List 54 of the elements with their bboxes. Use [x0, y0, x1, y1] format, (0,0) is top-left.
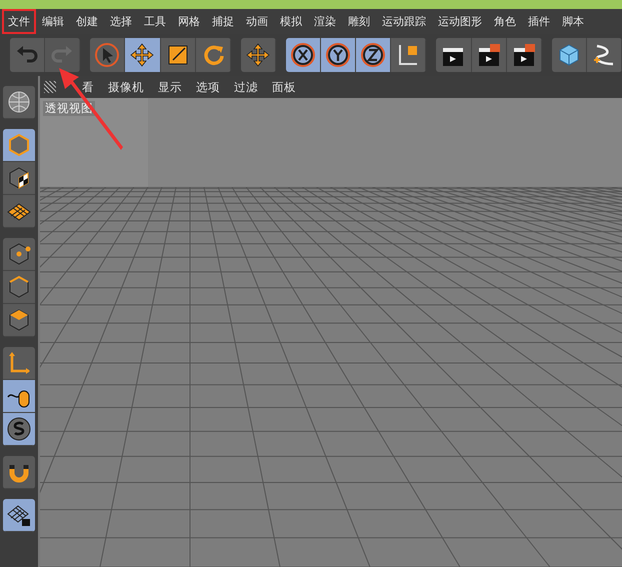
tool-button[interactable] [3, 162, 35, 195]
toolbar-button[interactable] [391, 38, 426, 72]
menu-item[interactable]: 文件 [2, 9, 36, 34]
menu-item[interactable]: 创建 [70, 9, 104, 34]
menu-item[interactable]: 脚本 [556, 9, 590, 34]
tool-button[interactable] [3, 271, 35, 304]
tool-button[interactable] [3, 195, 35, 228]
menu-item[interactable]: 编辑 [36, 9, 70, 34]
viewport-menu-item[interactable]: 选项 [196, 80, 220, 94]
menu-item[interactable]: 运动跟踪 [376, 9, 432, 34]
snap-icon [6, 416, 32, 442]
tool-button[interactable] [3, 304, 35, 337]
axis-x-icon [290, 42, 316, 68]
menu-item[interactable]: 网格 [172, 9, 206, 34]
viewport-menu-item[interactable]: 面板 [272, 80, 296, 94]
axis-y-icon [325, 42, 352, 68]
axis-icon [6, 350, 32, 376]
menu-item[interactable]: 雕刻 [342, 9, 376, 34]
toolbar-button[interactable] [286, 38, 321, 72]
tool-button[interactable] [3, 413, 35, 446]
tool-button[interactable] [3, 86, 35, 119]
menu-item[interactable]: 渲染 [308, 9, 342, 34]
globe-icon [6, 89, 32, 115]
toolbar-button[interactable] [321, 38, 356, 72]
menu-item[interactable]: 插件 [522, 9, 556, 34]
cube-icon [6, 132, 32, 158]
tool-button[interactable] [3, 499, 35, 532]
menu-item[interactable]: 选择 [104, 9, 138, 34]
menu-item[interactable]: 运动图形 [432, 9, 488, 34]
move-arrows-icon [244, 42, 271, 68]
menu-item[interactable]: 模拟 [274, 9, 308, 34]
menu-item[interactable]: 动画 [240, 9, 274, 34]
toolbar-button[interactable] [436, 38, 472, 72]
tool-button[interactable] [3, 380, 35, 413]
toolbar-button[interactable] [160, 38, 196, 72]
move-arrows-icon [129, 42, 156, 68]
toolbar-button[interactable] [472, 38, 507, 72]
tool-button[interactable] [3, 456, 35, 489]
menu-item[interactable]: 角色 [488, 9, 522, 34]
toolbar-button[interactable] [240, 38, 276, 72]
tool-button[interactable] [3, 238, 35, 271]
toolbar-button[interactable] [356, 38, 392, 72]
grip-handle[interactable] [44, 81, 56, 93]
menu-item[interactable]: 工具 [138, 9, 172, 34]
toolbar-button[interactable] [506, 38, 542, 72]
toolbar-button[interactable] [125, 38, 160, 72]
cursor-icon [94, 42, 120, 68]
viewport-menu-item[interactable]: 摄像机 [108, 80, 144, 94]
viewport-menu-item[interactable]: 过滤 [234, 80, 258, 94]
toolbar-button[interactable] [586, 38, 622, 72]
viewport-menu-item[interactable]: 看 [82, 80, 94, 94]
menu-item[interactable]: 捕捉 [206, 9, 240, 34]
viewport-menu-item[interactable]: 显示 [158, 80, 182, 94]
axis-z-icon [360, 42, 386, 68]
